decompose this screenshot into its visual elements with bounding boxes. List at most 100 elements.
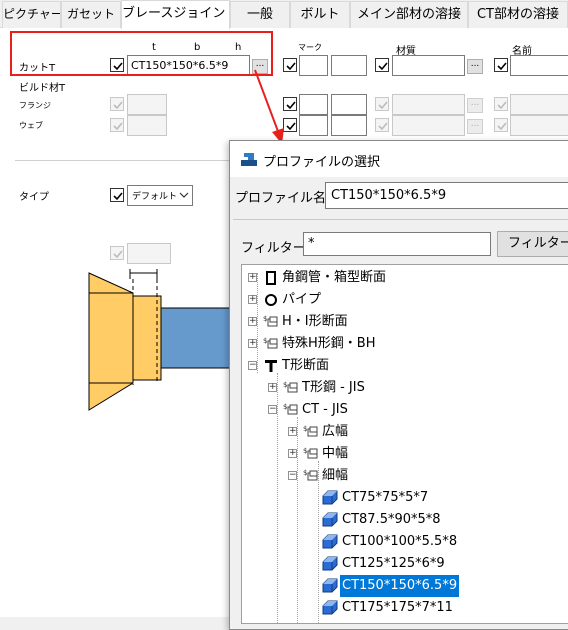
pointer-arrow [254, 69, 284, 144]
expand-icon[interactable]: + [288, 427, 297, 436]
flange-material-input[interactable] [392, 94, 465, 115]
filter-input[interactable]: * [303, 232, 491, 256]
row-label-built-t: ビルド材T [19, 83, 66, 94]
web-material-checkbox[interactable] [375, 118, 389, 132]
tree-node-label: CT125*125*6*9 [342, 556, 445, 571]
tab-label: メイン部材の溶接 [356, 7, 461, 22]
expand-icon[interactable]: + [268, 383, 277, 392]
box-section-icon [266, 271, 276, 285]
name-input[interactable] [510, 55, 568, 76]
check-icon [113, 101, 123, 110]
web-mark-prefix-input[interactable] [299, 115, 328, 136]
tab-label: 一般 [246, 7, 273, 22]
tab-main-weld[interactable]: メイン部材の溶接 [350, 1, 468, 28]
tree-node-label: 細幅 [322, 468, 349, 483]
profile-item-icon [322, 512, 338, 527]
check-icon [497, 122, 507, 131]
tree-node-label: パイプ [282, 292, 322, 307]
tree-node-label: 広幅 [322, 424, 349, 439]
tab-label: ボルト [300, 7, 340, 22]
profile-item-icon [322, 490, 338, 505]
profile-item-icon [322, 534, 338, 549]
web-checkbox[interactable] [110, 118, 124, 132]
shape-group-icon: $ [263, 315, 278, 327]
collapse-icon[interactable]: − [288, 471, 297, 480]
t-section-icon [265, 360, 277, 372]
collapse-icon[interactable]: − [268, 405, 277, 414]
tree-node-label: CT100*100*5.5*8 [342, 534, 458, 549]
tree-node-label: T形鋼 - JIS [302, 380, 365, 395]
expand-icon[interactable]: + [248, 317, 257, 326]
joint-diagram [88, 269, 235, 411]
expand-icon[interactable]: + [288, 449, 297, 458]
row-label-web: ウェブ [19, 121, 43, 130]
web-name-checkbox[interactable] [494, 118, 508, 132]
shape-group-icon: $ [303, 447, 318, 459]
type-checkbox[interactable] [110, 188, 124, 202]
expand-icon[interactable]: + [248, 295, 257, 304]
tab-label: ピクチャー [3, 7, 61, 21]
flange-mark-prefix-input[interactable] [299, 94, 328, 115]
tab-bolt[interactable]: ボルト [290, 1, 350, 28]
col-header-mark: マーク [298, 43, 322, 52]
flange-checkbox[interactable] [110, 97, 124, 111]
collapse-icon[interactable]: − [248, 361, 257, 370]
shape-group-icon: $ [283, 403, 298, 415]
web-material-browse-button[interactable]: ... [467, 119, 483, 134]
web-material-input[interactable] [392, 115, 465, 136]
dialog-divider [233, 219, 568, 220]
type-select-value: デフォルト [132, 192, 178, 202]
web-input[interactable] [127, 115, 167, 136]
tree-node-label: 角鋼管・箱型断面 [282, 270, 387, 285]
tree-node-label: 特殊H形鋼・BH [282, 336, 376, 351]
flange-name-input[interactable] [510, 94, 568, 115]
mark-prefix-input[interactable] [299, 55, 328, 76]
tree-node-label: CT175*175*7*11 [342, 600, 453, 615]
flange-material-browse-button[interactable]: ... [467, 98, 483, 113]
name-checkbox[interactable] [494, 58, 508, 72]
profile-tree[interactable]: + 角鋼管・箱型断面 + パイプ + $ H・I形断面 + $ 特殊H形鋼・BH… [241, 264, 568, 624]
type-select[interactable]: デフォルト [127, 185, 193, 206]
tree-node-label: CT87.5*90*5*8 [342, 512, 441, 527]
chevron-down-icon [178, 188, 190, 205]
tab-label: ブレースジョイント [122, 6, 230, 21]
check-icon [378, 101, 388, 110]
material-checkbox[interactable] [375, 58, 389, 72]
expand-icon[interactable]: + [248, 273, 257, 282]
tab-ct-weld[interactable]: CT部材の溶接 [468, 1, 568, 28]
material-browse-button[interactable]: ... [467, 59, 483, 74]
brace-member-shape [160, 307, 235, 369]
check-icon [378, 62, 388, 71]
expand-icon[interactable]: + [248, 339, 257, 348]
flange-input[interactable] [127, 94, 167, 115]
tab-general[interactable]: 一般 [230, 1, 290, 28]
flange-name-checkbox[interactable] [494, 97, 508, 111]
check-icon [378, 122, 388, 131]
flange-material-checkbox[interactable] [375, 97, 389, 111]
shape-group-icon: $ [283, 381, 298, 393]
shape-group-icon: $ [303, 469, 318, 481]
gusset-body-shape [88, 292, 134, 384]
shape-group-icon: $ [303, 425, 318, 437]
profile-item-icon [322, 578, 338, 593]
web-mark-number-input[interactable] [331, 115, 367, 136]
svg-text:$: $ [303, 425, 307, 433]
filter-button[interactable]: フィルター(F [497, 231, 568, 257]
svg-text:$: $ [263, 315, 267, 323]
pipe-icon [265, 294, 277, 306]
profile-name-input[interactable]: CT150*150*6.5*9 [325, 182, 568, 209]
flange-mark-number-input[interactable] [331, 94, 367, 115]
tab-gusset[interactable]: ガセット [61, 1, 121, 28]
profile-name-label: プロファイル名: [235, 191, 331, 206]
dim-input[interactable] [127, 243, 171, 264]
tab-picture[interactable]: ピクチャー [2, 1, 61, 28]
shape-group-icon: $ [263, 337, 278, 349]
web-name-input[interactable] [510, 115, 568, 136]
mark-number-input[interactable] [331, 55, 367, 76]
material-input[interactable] [392, 55, 465, 76]
dim-checkbox[interactable] [110, 246, 124, 260]
tree-node-label: CT - JIS [302, 402, 348, 417]
dialog-title: プロファイルの選択 [263, 155, 381, 170]
svg-text:$: $ [283, 381, 287, 389]
tab-brace-joint[interactable]: ブレースジョイント [121, 0, 230, 29]
